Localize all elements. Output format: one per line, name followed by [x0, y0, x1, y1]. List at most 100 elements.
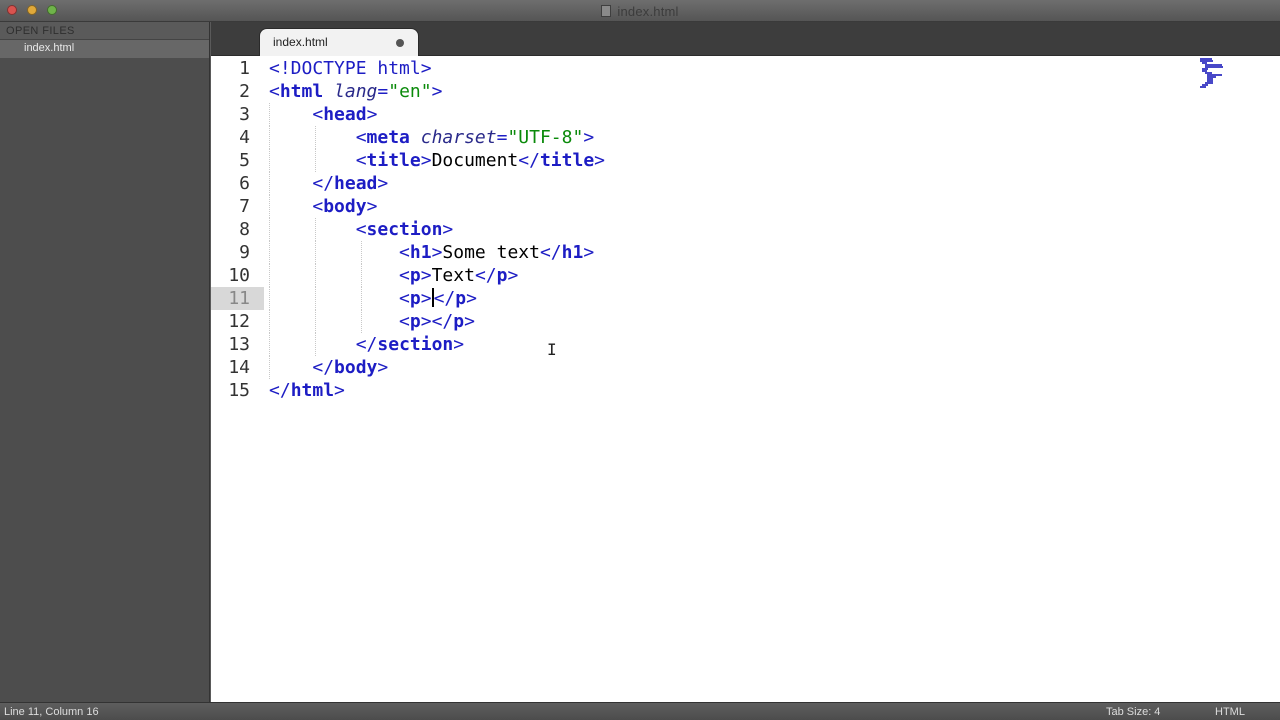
code-token: head	[334, 173, 378, 194]
code-line[interactable]: <meta charset="UTF-8">	[269, 126, 594, 149]
code-line[interactable]: <h1>Some text</h1>	[269, 241, 594, 264]
code-token: <	[312, 196, 324, 217]
code-token: </	[312, 173, 335, 194]
indent-guide	[269, 126, 270, 149]
code-line[interactable]: </body>	[269, 356, 388, 379]
code-token: </	[355, 334, 378, 355]
ibeam-cursor-icon: I	[547, 340, 557, 359]
code-line[interactable]: <title>Document</title>	[269, 149, 605, 172]
line-number: 12	[228, 311, 250, 332]
code-line[interactable]: <head>	[269, 103, 377, 126]
code-token: <	[399, 242, 410, 263]
sidebar-file-index-html[interactable]: index.html	[0, 40, 209, 58]
code-token: >	[420, 150, 432, 171]
indent-guide	[269, 264, 270, 287]
code-token: body	[323, 196, 367, 217]
tab-size-selector[interactable]: Tab Size: 4	[1106, 706, 1160, 718]
indent-guide	[269, 172, 270, 195]
code-token: >	[366, 104, 378, 125]
indent-guide	[360, 241, 362, 264]
code-token: =	[377, 81, 389, 102]
code-token: head	[323, 104, 367, 125]
indent-guide	[314, 218, 316, 241]
indent-guide	[269, 333, 270, 356]
code-token: html	[279, 81, 324, 102]
line-number: 4	[239, 127, 250, 148]
code-line[interactable]: <p></p>	[269, 287, 477, 310]
minimap[interactable]	[1200, 58, 1232, 88]
code-token: </	[518, 150, 540, 171]
code-token: section	[366, 219, 443, 240]
code-token: h1	[561, 242, 584, 263]
code-token: >	[366, 196, 378, 217]
code-token: meta	[366, 127, 410, 148]
code-token: Text	[431, 265, 475, 286]
indent-guide	[314, 241, 316, 264]
code-line[interactable]: <!DOCTYPE html>	[269, 57, 432, 80]
code-token: "en"	[388, 81, 432, 102]
code-token: >	[453, 334, 465, 355]
code-token: p	[453, 311, 465, 332]
status-bar: Line 11, Column 16 Tab Size: 4 HTML	[0, 702, 1280, 720]
code-line[interactable]: </head>	[269, 172, 388, 195]
code-token: =	[496, 127, 508, 148]
unsaved-dot-icon[interactable]	[396, 39, 404, 47]
line-number: 9	[239, 242, 250, 263]
code-line[interactable]: </html>	[269, 379, 345, 402]
code-token: p	[496, 265, 508, 286]
line-number: 14	[228, 357, 250, 378]
indent-guide	[314, 149, 316, 172]
indent-guide	[360, 287, 362, 310]
code-token: >	[420, 265, 432, 286]
cursor-position: Line 11, Column 16	[4, 706, 99, 718]
line-number: 8	[239, 219, 250, 240]
line-number: 15	[228, 380, 250, 401]
window-title-text: index.html	[617, 4, 679, 19]
code-token: <	[399, 265, 410, 286]
tab-bar: index.html	[211, 22, 1280, 56]
indent-guide	[360, 264, 362, 287]
line-number: 11	[211, 287, 264, 310]
code-line[interactable]: <p>Text</p>	[269, 264, 518, 287]
code-token: >	[507, 265, 519, 286]
indent-guide	[269, 195, 270, 218]
title-bar: index.html	[0, 0, 1280, 22]
code-line[interactable]: <html lang="en">	[269, 80, 442, 103]
indent-guide	[360, 310, 362, 333]
code-token: <	[269, 81, 280, 102]
line-number: 10	[228, 265, 250, 286]
indent-guide	[314, 264, 316, 287]
code-token: </	[539, 242, 562, 263]
code-token: title	[539, 150, 595, 171]
code-token: >	[334, 380, 345, 401]
code-token: >	[466, 288, 477, 309]
line-number: 5	[239, 150, 250, 171]
code-line[interactable]: <section>	[269, 218, 454, 241]
code-token: >	[377, 357, 389, 378]
code-line[interactable]: </section>	[269, 333, 464, 356]
code-token: >	[442, 219, 454, 240]
minimap-line	[1200, 86, 1206, 88]
document-icon	[601, 5, 612, 17]
code-token: >	[420, 288, 432, 309]
code-line[interactable]: <body>	[269, 195, 377, 218]
tab-index-html[interactable]: index.html	[259, 28, 419, 56]
syntax-selector[interactable]: HTML	[1215, 706, 1245, 718]
code-token: p	[409, 311, 421, 332]
indent-guide	[269, 310, 270, 333]
code-line[interactable]: <p></p>	[269, 310, 475, 333]
code-token: >	[420, 311, 432, 332]
code-editor[interactable]: 1 2 3 4 5 6 7 8 9 10 11 12 13 14 15 <!DOCTYPE html> <ht…	[211, 56, 1280, 702]
window-title: index.html	[0, 4, 1280, 19]
code-token: html	[290, 380, 335, 401]
code-token: <	[355, 150, 367, 171]
code-token: </	[474, 265, 497, 286]
line-number: 6	[239, 173, 250, 194]
